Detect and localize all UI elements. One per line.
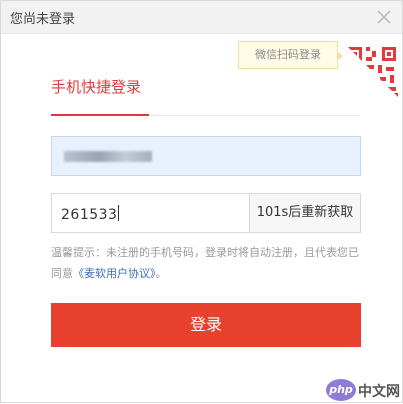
text-cursor	[118, 205, 120, 221]
tab-divider	[149, 115, 360, 116]
user-agreement-link[interactable]: 《麦软用户协议》	[73, 267, 156, 280]
notice-end: 。	[155, 267, 167, 280]
watermark-text: 中文网	[358, 384, 400, 400]
phone-number-input[interactable]	[51, 136, 361, 176]
resend-code-button[interactable]: 101s后重新获取	[249, 194, 360, 232]
qr-code-icon	[344, 43, 402, 101]
title-bar: 您尚未登录	[1, 1, 402, 34]
qr-login-toggle[interactable]	[344, 43, 402, 101]
close-icon	[377, 10, 391, 24]
verification-code-input[interactable]: 261533	[61, 205, 120, 223]
registration-notice: 温馨提示：未注册的手机号码，登录时将自动注册，且代表您已同意《麦软用户协议》。	[51, 242, 363, 284]
login-button[interactable]: 登录	[51, 303, 361, 347]
dialog-title: 您尚未登录	[10, 12, 76, 27]
phone-number-masked	[64, 151, 152, 162]
verification-code-row: 261533 101s后重新获取	[51, 193, 361, 233]
active-tab-indicator	[51, 114, 149, 116]
close-button[interactable]	[374, 7, 394, 27]
qr-login-hint: 微信扫码登录	[238, 41, 343, 69]
login-dialog: 您尚未登录 微信扫码登录 手机快捷登录 261533 101s后重新获取 温馨提…	[0, 0, 403, 403]
verification-code-value: 261533	[61, 207, 118, 223]
tab-phone-login[interactable]: 手机快捷登录	[51, 76, 141, 97]
site-watermark: php 中文网	[324, 377, 403, 404]
watermark-logo: php	[326, 379, 356, 401]
